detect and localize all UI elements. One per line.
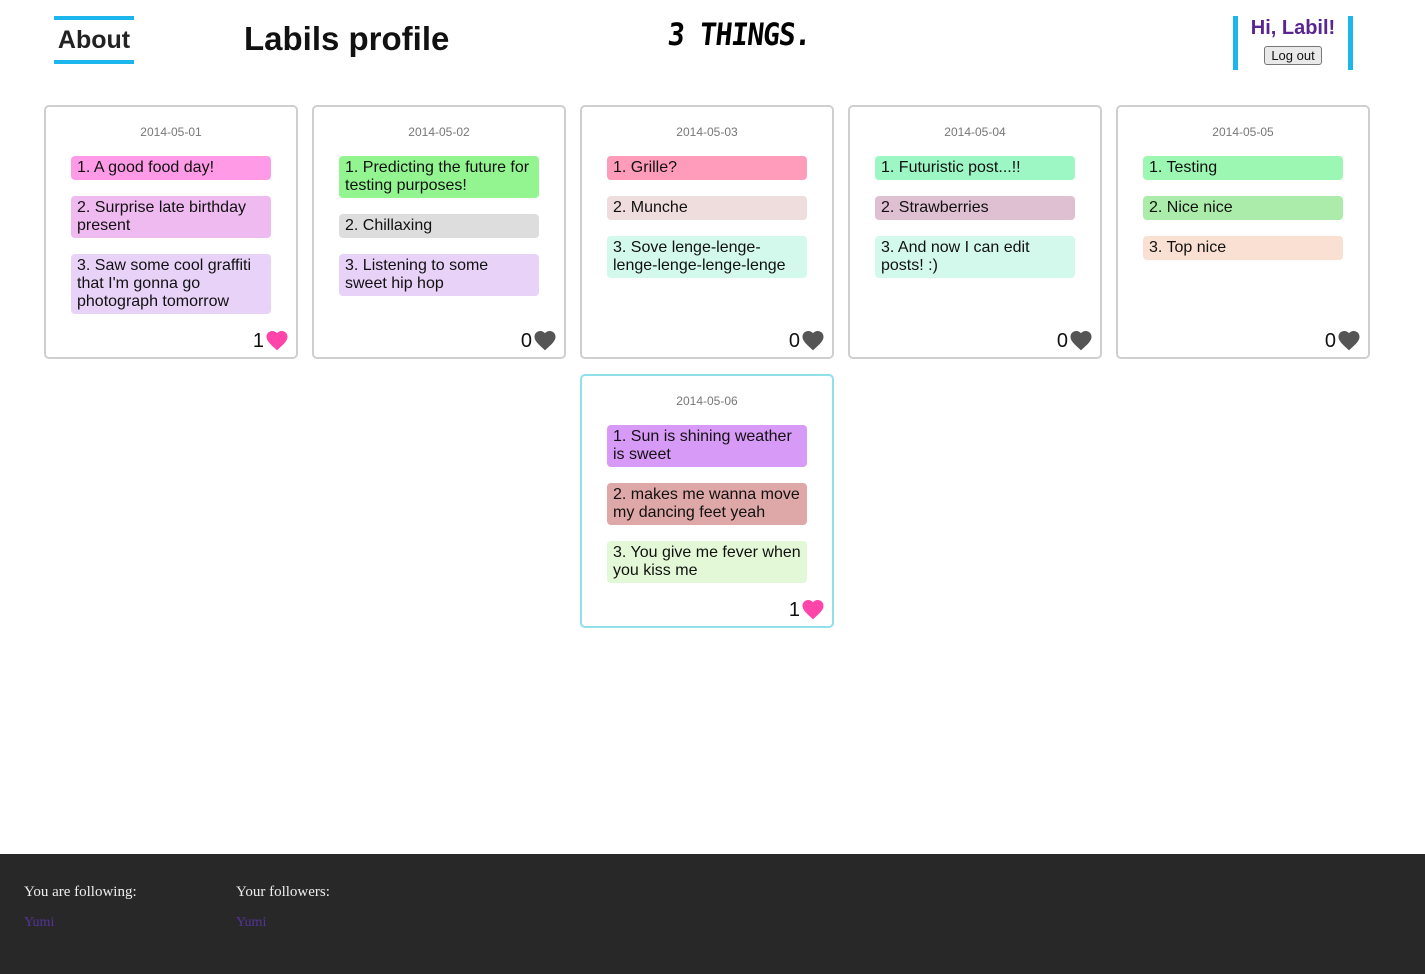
like-row: 1: [789, 598, 824, 622]
post-date: 2014-05-06: [676, 394, 738, 408]
post-card: 2014-05-05 1. Testing 2. Nice nice 3. Top n…: [1116, 105, 1370, 359]
heart-icon[interactable]: [534, 331, 556, 351]
thing-item: 3. Top nice: [1143, 236, 1343, 260]
thing-item: 1. Predicting the future for testing pur…: [339, 156, 539, 198]
post-card: 2014-05-02 1. Predicting the future for t…: [312, 105, 566, 359]
thing-list: 1. Sun is shining weather is sweet 2. mak…: [607, 425, 807, 599]
thing-item: 3. And now I can edit posts! :): [875, 236, 1075, 278]
post-date: 2014-05-03: [676, 125, 738, 139]
thing-item: 1. Testing: [1143, 156, 1343, 180]
heart-icon[interactable]: [1338, 331, 1360, 351]
footer: You are following: Yumi Your followers: …: [0, 854, 1425, 974]
thing-item: 3. Listening to some sweet hip hop: [339, 254, 539, 296]
followers-section: Your followers: Yumi: [236, 884, 330, 931]
post-card: 2014-05-04 1. Futuristic post...!! 2. Stra…: [848, 105, 1102, 359]
heart-icon[interactable]: [802, 331, 824, 351]
like-count: 0: [788, 330, 800, 352]
following-user-link[interactable]: Yumi: [24, 915, 137, 931]
heart-icon[interactable]: [1070, 331, 1092, 351]
post-date: 2014-05-02: [408, 125, 470, 139]
like-count: 1: [252, 330, 264, 352]
thing-item: 3. Sove lenge-lenge-lenge-lenge-lenge-le…: [607, 236, 807, 278]
thing-list: 1. A good food day! 2. Surprise late birt…: [71, 156, 271, 330]
heart-icon[interactable]: [266, 331, 288, 351]
like-row: 0: [1057, 329, 1092, 353]
followers-heading: Your followers:: [236, 884, 330, 900]
thing-item: 1. A good food day!: [71, 156, 271, 180]
thing-item: 2. makes me wanna move my dancing feet y…: [607, 483, 807, 525]
post-grid: 2014-05-01 1. A good food day! 2. Surprise…: [0, 0, 1425, 640]
thing-list: 1. Testing 2. Nice nice 3. Top nice: [1143, 156, 1343, 276]
like-count: 0: [1324, 330, 1336, 352]
thing-item: 2. Munche: [607, 196, 807, 220]
like-count: 0: [1056, 330, 1068, 352]
post-date: 2014-05-04: [944, 125, 1006, 139]
like-row: 1: [253, 329, 288, 353]
thing-item: 3. Saw some cool graffiti that I'm gonna…: [71, 254, 271, 314]
like-row: 0: [1325, 329, 1360, 353]
thing-list: 1. Predicting the future for testing pur…: [339, 156, 539, 312]
post-card: 2014-05-06 1. Sun is shining weather is s…: [580, 374, 834, 628]
following-section: You are following: Yumi: [24, 884, 137, 931]
thing-item: 1. Sun is shining weather is sweet: [607, 425, 807, 467]
thing-list: 1. Futuristic post...!! 2. Strawberries 3.…: [875, 156, 1075, 294]
thing-item: 2. Strawberries: [875, 196, 1075, 220]
like-row: 0: [521, 329, 556, 353]
following-heading: You are following:: [24, 884, 137, 900]
thing-item: 1. Grille?: [607, 156, 807, 180]
like-row: 0: [789, 329, 824, 353]
post-card: 2014-05-01 1. A good food day! 2. Surprise…: [44, 105, 298, 359]
thing-item: 2. Surprise late birthday present: [71, 196, 271, 238]
like-count: 0: [520, 330, 532, 352]
thing-item: 1. Futuristic post...!!: [875, 156, 1075, 180]
follower-user-link[interactable]: Yumi: [236, 915, 330, 931]
thing-item: 3. You give me fever when you kiss me: [607, 541, 807, 583]
post-card: 2014-05-03 1. Grille? 2. Munche 3. Sove len…: [580, 105, 834, 359]
heart-icon[interactable]: [802, 600, 824, 620]
thing-list: 1. Grille? 2. Munche 3. Sove lenge-lenge-l…: [607, 156, 807, 294]
like-count: 1: [788, 599, 800, 621]
thing-item: 2. Nice nice: [1143, 196, 1343, 220]
post-date: 2014-05-05: [1212, 125, 1274, 139]
post-date: 2014-05-01: [140, 125, 202, 139]
thing-item: 2. Chillaxing: [339, 214, 539, 238]
